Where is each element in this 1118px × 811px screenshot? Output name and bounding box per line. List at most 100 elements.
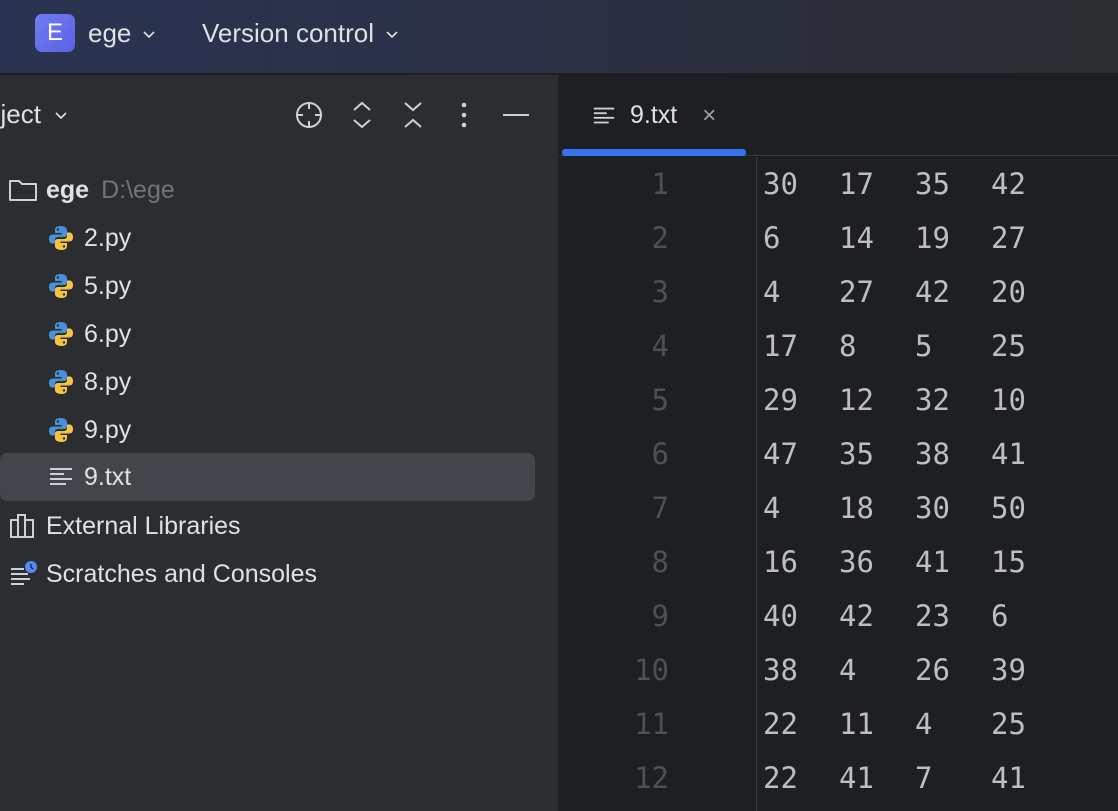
scratches-icon: [8, 559, 38, 589]
code-value: 26: [915, 653, 950, 687]
line-number: 10: [634, 653, 669, 687]
more-options-icon[interactable]: [448, 99, 480, 131]
code-value: 19: [915, 221, 950, 255]
locate-icon[interactable]: [293, 99, 325, 131]
line-number: 1: [651, 167, 669, 201]
code-value: 36: [839, 545, 874, 579]
line-number: 8: [651, 545, 669, 579]
code-value: 30: [763, 167, 798, 201]
code-line[interactable]: 7 4 18 30 50: [559, 481, 1118, 535]
project-panel-header: oject: [0, 75, 558, 155]
project-view-selector[interactable]: oject: [0, 99, 69, 130]
root-folder-path: D:\ege: [101, 175, 175, 204]
code-value: 47: [763, 437, 798, 471]
file-name: 6.py: [84, 319, 132, 348]
code-value: 20: [991, 275, 1026, 309]
tree-item-external-libraries[interactable]: External Libraries: [8, 502, 241, 550]
code-value: 7: [915, 761, 933, 795]
code-value: 23: [915, 599, 950, 633]
file-name: 9.txt: [84, 462, 132, 491]
editor-tab[interactable]: 9.txt ×: [562, 75, 746, 156]
tree-item-scratches[interactable]: Scratches and Consoles: [8, 550, 317, 598]
code-line[interactable]: 6 47 35 38 41: [559, 427, 1118, 481]
code-value: 6: [763, 221, 781, 255]
file-name: 5.py: [84, 271, 132, 300]
python-file-icon: [46, 367, 76, 397]
project-initial: E: [46, 19, 63, 46]
tree-item-root-folder[interactable]: ege D:\ege: [8, 166, 175, 214]
code-value: 4: [763, 275, 781, 309]
root-folder-name: ege: [46, 175, 90, 204]
external-libraries-label: External Libraries: [46, 511, 241, 540]
python-file-icon: [46, 223, 76, 253]
project-badge[interactable]: E: [35, 14, 75, 52]
line-number: 5: [651, 383, 669, 417]
code-value: 42: [991, 167, 1026, 201]
editor-tab-bar: 9.txt ×: [559, 75, 1118, 156]
line-number: 7: [651, 491, 669, 525]
code-value: 41: [991, 761, 1026, 795]
code-value: 32: [915, 383, 950, 417]
tree-item-file[interactable]: 8.py: [46, 358, 131, 406]
text-file-icon: [590, 102, 618, 130]
hide-panel-icon[interactable]: [500, 99, 532, 131]
tree-item-file-selected[interactable]: 9.txt: [0, 453, 535, 501]
editor-area: 9.txt × 1 30 17 35 42 2 6 14 19 27 3 4 27 42 20 4 17 8 5 25…: [558, 75, 1118, 811]
code-value: 35: [915, 167, 950, 201]
code-line[interactable]: 11 22 11 4 25: [559, 697, 1118, 751]
code-value: 38: [915, 437, 950, 471]
code-value: 11: [839, 707, 874, 741]
project-switcher[interactable]: ege: [88, 18, 157, 49]
title-bar: E ege Version control: [0, 0, 1118, 74]
code-value: 18: [839, 491, 874, 525]
code-line[interactable]: 8 16 36 41 15: [559, 535, 1118, 589]
code-value: 5: [915, 329, 933, 363]
code-value: 22: [763, 707, 798, 741]
code-value: 35: [839, 437, 874, 471]
code-value: 12: [839, 383, 874, 417]
code-value: 15: [991, 545, 1026, 579]
tree-item-file[interactable]: 6.py: [46, 310, 131, 358]
python-file-icon: [46, 271, 76, 301]
code-line[interactable]: 5 29 12 32 10: [559, 373, 1118, 427]
code-value: 30: [915, 491, 950, 525]
collapse-all-icon[interactable]: [397, 99, 429, 131]
project-name: ege: [88, 18, 132, 48]
code-line[interactable]: 4 17 8 5 25: [559, 319, 1118, 373]
code-line[interactable]: 3 4 27 42 20: [559, 265, 1118, 319]
code-line[interactable]: 10 38 4 26 39: [559, 643, 1118, 697]
tree-item-file[interactable]: 5.py: [46, 262, 131, 310]
code-line[interactable]: 2 6 14 19 27: [559, 211, 1118, 265]
version-control-label: Version control: [202, 18, 374, 48]
code-line[interactable]: 9 40 42 23 6: [559, 589, 1118, 643]
code-value: 40: [763, 599, 798, 633]
tree-item-file[interactable]: 9.py: [46, 406, 131, 454]
code-value: 25: [991, 329, 1026, 363]
code-value: 39: [991, 653, 1026, 687]
code-value: 17: [839, 167, 874, 201]
close-icon[interactable]: ×: [699, 102, 719, 130]
line-number: 9: [651, 599, 669, 633]
library-icon: [8, 511, 38, 541]
file-name: 9.py: [84, 415, 132, 444]
code-line[interactable]: 1 30 17 35 42: [559, 157, 1118, 211]
code-value: 14: [839, 221, 874, 255]
python-file-icon: [46, 415, 76, 445]
expand-all-icon[interactable]: [346, 99, 378, 131]
scratches-label: Scratches and Consoles: [46, 559, 317, 588]
code-value: 29: [763, 383, 798, 417]
text-file-icon: [46, 462, 76, 492]
folder-icon: [8, 175, 38, 205]
code-value: 25: [991, 707, 1026, 741]
line-number: 6: [651, 437, 669, 471]
code-value: 41: [915, 545, 950, 579]
code-value: 8: [839, 329, 857, 363]
code-value: 42: [915, 275, 950, 309]
code-value: 50: [991, 491, 1026, 525]
code-value: 16: [763, 545, 798, 579]
code-value: 10: [991, 383, 1026, 417]
tree-item-file[interactable]: 2.py: [46, 214, 131, 262]
line-number: 12: [634, 761, 669, 795]
code-line[interactable]: 12 22 41 7 41: [559, 751, 1118, 805]
version-control-menu[interactable]: Version control: [202, 18, 400, 49]
